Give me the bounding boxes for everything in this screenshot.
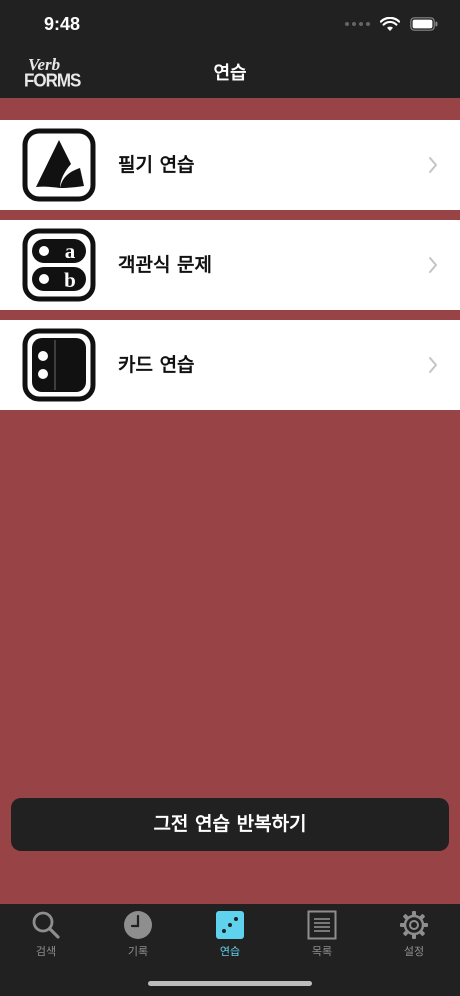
tab-label: 목록 bbox=[311, 945, 333, 958]
verb-forms-logo: Verb FORMS bbox=[24, 56, 81, 92]
tab-settings[interactable]: 설정 bbox=[368, 904, 460, 964]
wifi-icon bbox=[380, 16, 400, 31]
battery-icon bbox=[410, 17, 438, 31]
tab-label: 설정 bbox=[403, 945, 425, 958]
gear-icon bbox=[400, 911, 428, 939]
logo-text-forms: FORMS bbox=[24, 70, 81, 91]
status-bar: 9:48 bbox=[0, 0, 460, 50]
repeat-previous-practice-button[interactable]: 그전 연습 반복하기 bbox=[11, 798, 449, 851]
tab-history[interactable]: 기록 bbox=[92, 904, 184, 964]
cellular-signal-icon bbox=[345, 22, 370, 26]
status-icons bbox=[345, 14, 438, 34]
search-icon bbox=[32, 911, 60, 939]
tab-label: 기록 bbox=[127, 945, 149, 958]
menu-item-label: 카드 연습 bbox=[118, 354, 195, 376]
chevron-right-icon bbox=[429, 157, 437, 173]
dice-icon bbox=[216, 911, 244, 939]
status-time: 9:48 bbox=[44, 14, 81, 34]
tab-list[interactable]: 목록 bbox=[276, 904, 368, 964]
menu-item-label: 필기 연습 bbox=[118, 154, 195, 176]
clock-icon bbox=[124, 911, 152, 939]
tab-practice[interactable]: 연습 bbox=[184, 904, 276, 964]
tab-label: 검색 bbox=[35, 945, 57, 958]
chevron-right-icon bbox=[429, 257, 437, 273]
list-icon bbox=[307, 910, 337, 940]
home-indicator[interactable] bbox=[148, 981, 312, 986]
menu-item-label: 객관식 문제 bbox=[118, 254, 213, 276]
svg-text:b: b bbox=[64, 268, 76, 292]
tab-search[interactable]: 검색 bbox=[0, 904, 92, 964]
navigation-bar: 연습 Verb FORMS bbox=[0, 50, 460, 98]
multiple-choice-icon: a b bbox=[22, 228, 96, 302]
svg-text:a: a bbox=[65, 239, 76, 263]
flashcard-icon bbox=[22, 328, 96, 402]
writing-icon bbox=[22, 128, 96, 202]
menu-item-writing-practice[interactable]: 필기 연습 bbox=[0, 120, 460, 210]
menu-item-flashcards[interactable]: 카드 연습 bbox=[0, 320, 460, 410]
menu-item-multiple-choice[interactable]: a b 객관식 문제 bbox=[0, 220, 460, 310]
tab-label: 연습 bbox=[219, 945, 241, 958]
chevron-right-icon bbox=[429, 357, 437, 373]
